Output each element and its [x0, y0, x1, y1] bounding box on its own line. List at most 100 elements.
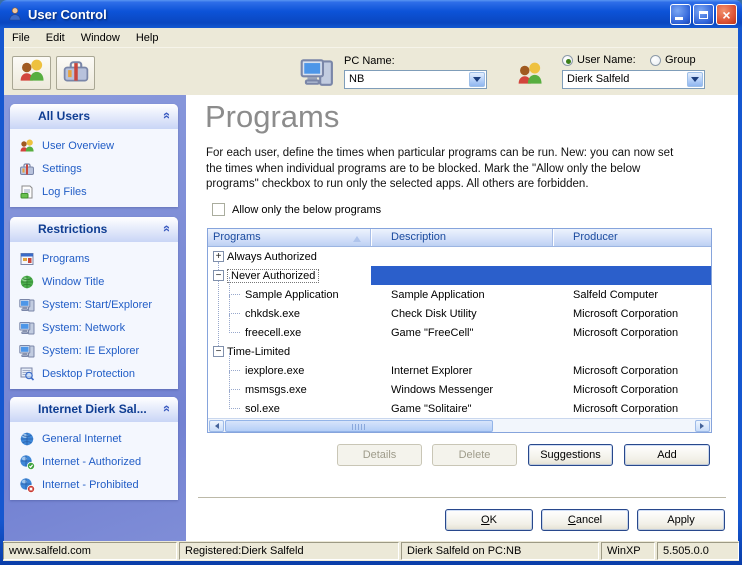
- program-cell: freecell.exe: [208, 323, 371, 342]
- status-website: www.salfeld.com: [3, 542, 177, 560]
- program-label: msmsgs.exe: [245, 384, 307, 396]
- sidebar-section-restrictions: Restrictions» Programs Window Title System:…: [10, 217, 178, 389]
- tree-group-row[interactable]: −Time-Limited: [208, 342, 711, 361]
- suggestions-button[interactable]: Suggestions: [528, 444, 613, 466]
- collapse-chevron-icon: »: [158, 405, 173, 412]
- table-row[interactable]: msmsgs.exeWindows MessengerMicrosoft Cor…: [208, 380, 711, 399]
- menu-item-file[interactable]: File: [4, 30, 38, 46]
- main-panel: Programs For each user, define the times…: [186, 95, 738, 541]
- table-body: +Always Authorized−Never AuthorizedSampl…: [208, 247, 711, 419]
- sidebar-item-internet-authorized[interactable]: Internet - Authorized: [10, 450, 178, 473]
- column-header-description[interactable]: Description: [371, 229, 553, 246]
- user-name-radio[interactable]: User Name:: [562, 54, 636, 66]
- sidebar-item-system-network[interactable]: System: Network: [10, 316, 178, 339]
- description-cell: Internet Explorer: [371, 365, 553, 377]
- program-label: sol.exe: [245, 403, 280, 415]
- tree-expand-toggle[interactable]: +: [213, 251, 224, 262]
- user-name-value: Dierk Salfeld: [567, 73, 629, 85]
- minimize-button[interactable]: [670, 4, 691, 25]
- delete-button[interactable]: Delete: [432, 444, 517, 466]
- sidebar-item-desktop-protection[interactable]: Desktop Protection: [10, 362, 178, 385]
- globe-green-icon: [19, 274, 35, 290]
- cancel-button[interactable]: Cancel: [541, 509, 629, 531]
- menu-item-window[interactable]: Window: [73, 30, 128, 46]
- sidebar-item-programs[interactable]: Programs: [10, 247, 178, 270]
- program-label: freecell.exe: [245, 327, 301, 339]
- tree-group-row[interactable]: −Never Authorized: [208, 266, 711, 285]
- sidebar-item-settings[interactable]: Settings: [10, 157, 178, 180]
- program-label: Never Authorized: [227, 269, 319, 283]
- users-icon: [516, 60, 544, 93]
- globe-x-icon: [19, 477, 35, 493]
- sidebar-item-label: Internet - Authorized: [42, 456, 141, 468]
- allow-only-checkbox[interactable]: [212, 203, 225, 216]
- user-name-select[interactable]: Dierk Salfeld: [562, 70, 705, 89]
- divider: [198, 497, 726, 498]
- column-header-label: Producer: [573, 231, 618, 243]
- hscrollbar-thumb[interactable]: [225, 420, 493, 432]
- sidebar-item-label: Window Title: [42, 276, 104, 288]
- description-cell: Check Disk Utility: [371, 308, 553, 320]
- allow-only-checkbox-label: Allow only the below programs: [232, 204, 381, 216]
- globe-check-icon: [19, 454, 35, 470]
- settings-toolbar-button[interactable]: [56, 56, 95, 90]
- sidebar-item-internet-prohibited[interactable]: Internet - Prohibited: [10, 473, 178, 496]
- details-button[interactable]: Details: [337, 444, 422, 466]
- window-titlebar[interactable]: User Control ×: [0, 0, 742, 28]
- producer-cell: Microsoft Corporation: [553, 365, 711, 377]
- hscrollbar-track[interactable]: [208, 418, 711, 432]
- page-description: For each user, define the times when par…: [206, 146, 674, 193]
- pc-name-select[interactable]: NB: [344, 70, 487, 89]
- table-row[interactable]: Sample ApplicationSample ApplicationSalf…: [208, 285, 711, 304]
- sidebar-item-system-start-explorer[interactable]: System: Start/Explorer: [10, 293, 178, 316]
- sidebar-section-title: Internet Dierk Sal...: [38, 402, 147, 416]
- program-cell: +Always Authorized: [208, 247, 371, 266]
- tree-collapse-toggle[interactable]: −: [213, 270, 224, 281]
- column-header-producer[interactable]: Producer: [553, 229, 711, 246]
- sidebar-item-label: Log Files: [42, 186, 87, 198]
- computer-icon: [19, 343, 35, 359]
- table-row[interactable]: iexplore.exe Internet ExplorerMicrosoft C…: [208, 361, 711, 380]
- table-row[interactable]: sol.exeGame "Solitaire"Microsoft Corpora…: [208, 399, 711, 418]
- sidebar-item-window-title[interactable]: Window Title: [10, 270, 178, 293]
- scroll-right-icon[interactable]: [695, 420, 710, 432]
- tree-collapse-toggle[interactable]: −: [213, 346, 224, 357]
- producer-cell: Microsoft Corporation: [553, 327, 711, 339]
- menu-item-help[interactable]: Help: [128, 30, 167, 46]
- column-header-programs[interactable]: Programs: [208, 229, 371, 246]
- table-row[interactable]: chkdsk.exeCheck Disk UtilityMicrosoft Co…: [208, 304, 711, 323]
- sidebar-item-user-overview[interactable]: User Overview: [10, 134, 178, 157]
- apply-button[interactable]: Apply: [637, 509, 725, 531]
- sidebar-section-header[interactable]: Restrictions»: [10, 217, 178, 242]
- sidebar-section-title: All Users: [38, 109, 90, 123]
- table-row[interactable]: freecell.exe Game "FreeCell"Microsoft Cor…: [208, 323, 711, 342]
- sidebar-section-header[interactable]: Internet Dierk Sal... »: [10, 397, 178, 422]
- collapse-chevron-icon: »: [158, 112, 173, 119]
- group-radio[interactable]: Group: [650, 54, 696, 66]
- toolbox-icon: [19, 161, 35, 177]
- close-button[interactable]: ×: [716, 4, 737, 25]
- sidebar-item-general-internet[interactable]: General Internet: [10, 427, 178, 450]
- computer-icon: [300, 55, 334, 94]
- menu-item-edit[interactable]: Edit: [38, 30, 73, 46]
- content-area: All Users » User Overview Settings Log Files…: [4, 95, 738, 541]
- sidebar-item-label: User Overview: [42, 140, 114, 152]
- program-label: chkdsk.exe: [245, 308, 300, 320]
- ok-button[interactable]: OK: [445, 509, 533, 531]
- maximize-button[interactable]: [693, 4, 714, 25]
- sort-ascending-icon: [353, 232, 361, 242]
- sidebar-section-header[interactable]: All Users »: [10, 104, 178, 129]
- scroll-left-icon[interactable]: [209, 420, 224, 432]
- sidebar-item-label: Internet - Prohibited: [42, 479, 139, 491]
- pc-name-label: PC Name:: [344, 55, 395, 67]
- sidebar-section-title: Restrictions: [38, 222, 107, 236]
- app-icon: [7, 6, 23, 22]
- sidebar-item-log-files[interactable]: Log Files: [10, 180, 178, 203]
- program-label: iexplore.exe: [245, 365, 304, 377]
- add-button[interactable]: Add: [624, 444, 710, 466]
- log-icon: [19, 184, 35, 200]
- sidebar-item-system-ie-explorer[interactable]: System: IE Explorer: [10, 339, 178, 362]
- user-overview-toolbar-button[interactable]: [12, 56, 51, 90]
- description-cell: Game "FreeCell": [371, 327, 553, 339]
- tree-group-row[interactable]: +Always Authorized: [208, 247, 711, 266]
